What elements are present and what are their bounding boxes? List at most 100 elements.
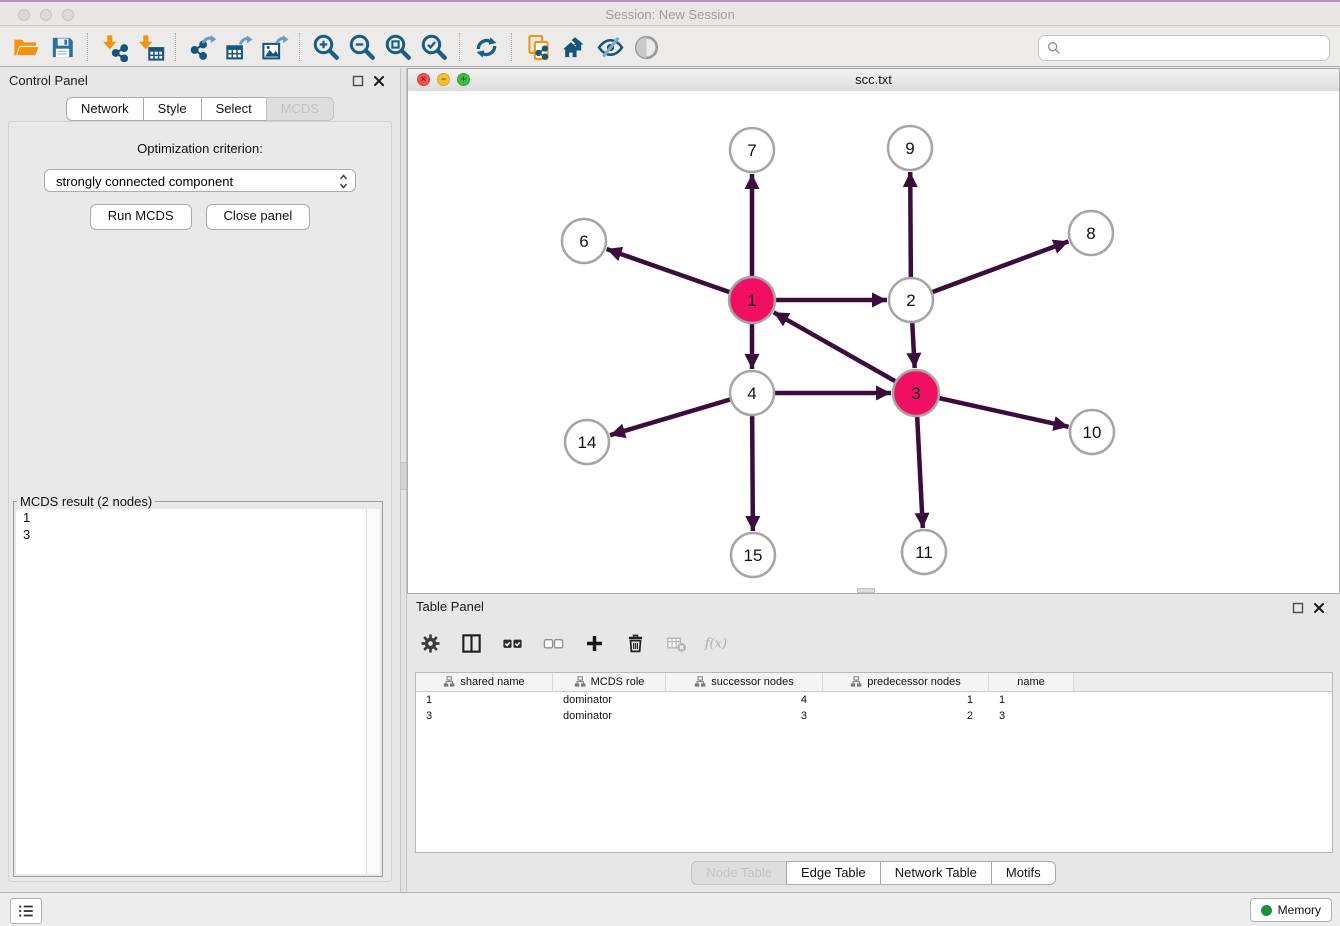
tab-mcds[interactable]: MCDS (266, 97, 334, 121)
graph-edge-3-1[interactable] (774, 312, 916, 393)
graph-node-2[interactable]: 2 (889, 278, 933, 322)
graph-node-11[interactable]: 11 (902, 530, 946, 574)
close-panel-button[interactable]: Close panel (206, 204, 311, 230)
cell-successor-nodes[interactable]: 3 (666, 708, 823, 724)
criterion-dropdown[interactable]: strongly connected component (44, 169, 356, 192)
import-table-icon[interactable] (132, 31, 168, 63)
graph-node-15[interactable]: 15 (731, 533, 775, 577)
table-panel-title: Table Panel (416, 599, 484, 614)
cell-mcds-role[interactable]: dominator (553, 692, 666, 708)
tab-network-table[interactable]: Network Table (880, 861, 992, 885)
column-label: MCDS role (591, 676, 645, 688)
toolbar-separator (175, 33, 177, 61)
tab-motifs[interactable]: Motifs (991, 861, 1056, 885)
column-type-icon (574, 676, 586, 688)
mcds-result-list[interactable]: 13 (16, 509, 380, 874)
tab-network[interactable]: Network (66, 97, 144, 121)
cell-mcds-role[interactable]: dominator (553, 708, 666, 724)
result-scrollbar[interactable] (366, 509, 380, 874)
show-columns-icon[interactable] (458, 630, 484, 656)
export-table-icon[interactable] (220, 31, 256, 63)
graph-node-label: 10 (1083, 423, 1102, 442)
cell-name[interactable]: 1 (989, 692, 1074, 708)
graph-node-7[interactable]: 7 (730, 128, 774, 172)
graph-node-3[interactable]: 3 (893, 370, 939, 416)
column-header-predecessor-nodes[interactable]: predecessor nodes (823, 673, 989, 692)
cell-successor-nodes[interactable]: 4 (666, 692, 823, 708)
node-table: shared name MCDS role successor nodes prede… (415, 672, 1333, 853)
memory-button[interactable]: Memory (1250, 898, 1332, 922)
cell-predecessor-nodes[interactable]: 1 (823, 692, 989, 708)
control-panel: Control Panel NetworkStyleSelectMCDS Opt… (0, 68, 400, 892)
panel-divider[interactable] (400, 68, 407, 892)
cell-shared-name[interactable]: 1 (416, 692, 553, 708)
memory-status-icon (1261, 905, 1272, 916)
toggle-bird-view-icon[interactable] (628, 31, 664, 63)
graph-node-9[interactable]: 9 (888, 126, 932, 170)
graph-node-10[interactable]: 10 (1070, 410, 1114, 454)
copy-network-icon[interactable] (520, 31, 556, 63)
tab-node-table[interactable]: Node Table (691, 861, 787, 885)
graph-node-label: 14 (578, 433, 597, 452)
graph-node-8[interactable]: 8 (1069, 211, 1113, 255)
task-history-button[interactable] (10, 898, 42, 924)
network-canvas[interactable]: 1 2 3 4 6 7 8 9 10 11 14 15 (408, 91, 1339, 593)
hide-details-icon[interactable] (592, 31, 628, 63)
column-header-successor-nodes[interactable]: successor nodes (666, 673, 823, 692)
canvas-scroll-handle[interactable] (857, 588, 875, 593)
unselect-all-columns-icon[interactable] (540, 630, 566, 656)
zoom-fit-icon[interactable] (380, 31, 416, 63)
mcds-result-title: MCDS result (2 nodes) (17, 494, 155, 509)
search-box (1038, 35, 1330, 61)
table-settings-icon[interactable] (417, 630, 443, 656)
save-session-icon[interactable] (44, 31, 80, 63)
go-home-icon[interactable] (556, 31, 592, 63)
zoom-selected-icon[interactable] (416, 31, 452, 63)
divider-grip[interactable] (401, 462, 406, 490)
tab-select[interactable]: Select (201, 97, 267, 121)
result-item[interactable]: 3 (16, 526, 380, 543)
network-graph[interactable]: 1 2 3 4 6 7 8 9 10 11 14 15 (408, 91, 1340, 595)
zoom-out-icon[interactable] (344, 31, 380, 63)
float-panel-icon[interactable] (352, 75, 365, 88)
run-mcds-button[interactable]: Run MCDS (90, 204, 192, 230)
cell-name[interactable]: 3 (989, 708, 1074, 724)
mcds-result-box: MCDS result (2 nodes) 13 (13, 494, 383, 877)
add-column-icon[interactable] (581, 630, 607, 656)
close-panel-icon[interactable] (373, 75, 386, 88)
import-network-icon[interactable] (96, 31, 132, 63)
cell-predecessor-nodes[interactable]: 2 (823, 708, 989, 724)
graph-node-4[interactable]: 4 (730, 371, 774, 415)
column-type-icon (694, 676, 706, 688)
column-header-mcds-role[interactable]: MCDS role (553, 673, 666, 692)
mcds-panel: Optimization criterion: strongly connect… (8, 121, 392, 882)
result-item[interactable]: 1 (16, 509, 380, 526)
search-input[interactable] (1065, 37, 1325, 59)
delete-columns-icon[interactable] (622, 630, 648, 656)
toolbar-separator (299, 33, 301, 61)
open-session-icon[interactable] (8, 31, 44, 63)
table-row[interactable]: 1dominator411 (416, 692, 1332, 708)
cell-shared-name[interactable]: 3 (416, 708, 553, 724)
table-row[interactable]: 3dominator323 (416, 708, 1332, 724)
graph-node-1[interactable]: 1 (729, 277, 775, 323)
graph-node-14[interactable]: 14 (565, 420, 609, 464)
zoom-in-icon[interactable] (308, 31, 344, 63)
graph-node-6[interactable]: 6 (562, 219, 606, 263)
column-header-shared-name[interactable]: shared name (416, 673, 553, 692)
tab-style[interactable]: Style (143, 97, 202, 121)
close-table-panel-icon[interactable] (1313, 602, 1326, 615)
column-header-name[interactable]: name (989, 673, 1074, 692)
column-label: predecessor nodes (867, 676, 961, 688)
export-network-icon[interactable] (184, 31, 220, 63)
column-type-icon (850, 676, 862, 688)
float-table-panel-icon[interactable] (1292, 602, 1305, 615)
select-all-columns-icon[interactable] (499, 630, 525, 656)
table-panel: Table Panel (407, 594, 1340, 892)
refresh-view-icon[interactable] (468, 31, 504, 63)
graph-edge-2-8[interactable] (911, 241, 1069, 300)
export-image-icon[interactable] (256, 31, 292, 63)
svg-text:f(x): f(x) (704, 636, 727, 651)
tab-edge-table[interactable]: Edge Table (786, 861, 881, 885)
function-builder-icon: f(x) (704, 630, 730, 656)
